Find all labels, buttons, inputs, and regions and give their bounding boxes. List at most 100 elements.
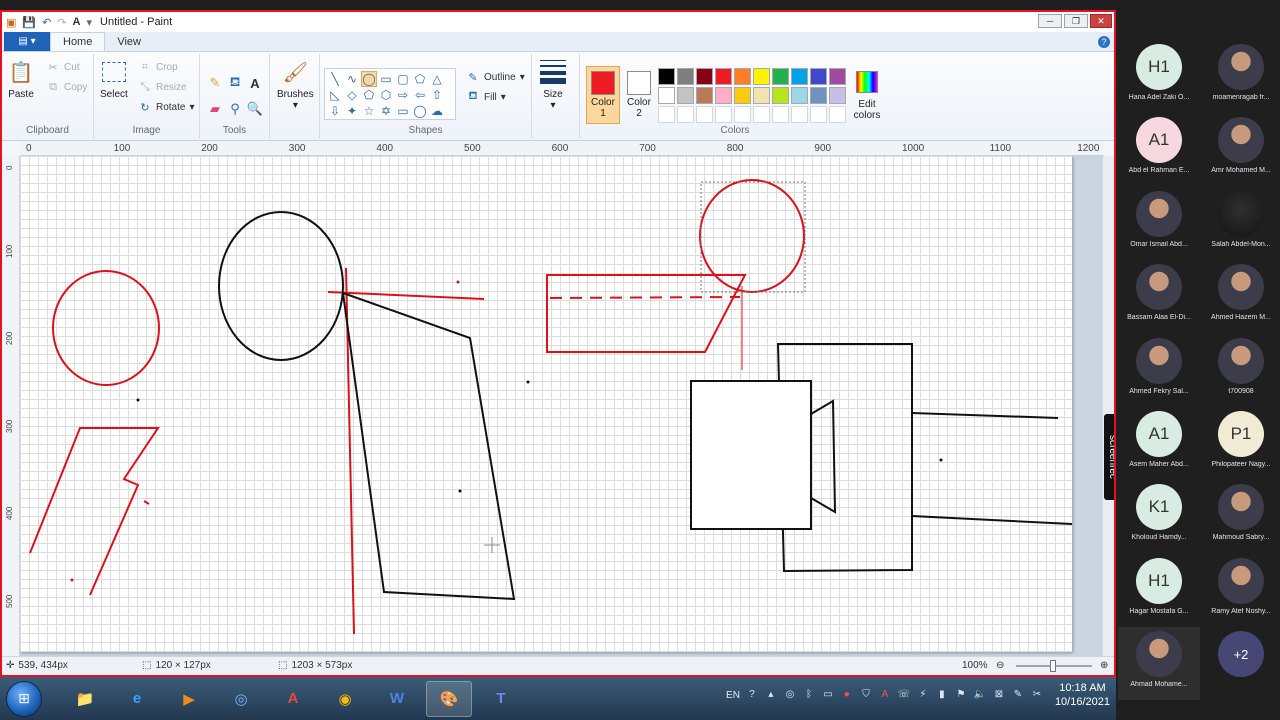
palette-swatch[interactable]	[715, 106, 732, 123]
maximize-button[interactable]: ❐	[1064, 14, 1088, 28]
edit-colors-button[interactable]: Edit colors	[850, 68, 884, 121]
palette-swatch[interactable]	[677, 87, 694, 104]
participant-tile[interactable]: P1 Philopateer Nagy...	[1200, 407, 1280, 480]
color-picker-icon[interactable]: ⚲	[226, 100, 244, 118]
volume-icon[interactable]: 🔈	[973, 688, 987, 702]
palette-swatch[interactable]	[658, 87, 675, 104]
palette-swatch[interactable]	[791, 106, 808, 123]
six-point-star-shape-icon[interactable]: ✡	[378, 103, 394, 119]
palette-swatch[interactable]	[696, 87, 713, 104]
palette-swatch[interactable]	[810, 68, 827, 85]
participant-tile[interactable]: Mahmoud Sabry...	[1200, 480, 1280, 553]
screenshot-icon[interactable]: ✂	[1030, 688, 1044, 702]
palette-swatch[interactable]	[791, 87, 808, 104]
palette-swatch[interactable]	[658, 106, 675, 123]
redo-icon[interactable]: ↷	[57, 16, 66, 29]
palette-swatch[interactable]	[677, 106, 694, 123]
bluetooth-icon[interactable]: ᛒ	[802, 688, 816, 702]
rotate-button[interactable]: ↻ Rotate ▾	[138, 100, 194, 114]
participant-tile[interactable]: H1 Hagar Mostafa G...	[1118, 554, 1200, 627]
up-arrow-shape-icon[interactable]: ⇧	[429, 87, 445, 103]
resize-button[interactable]: ⤡ Resize	[138, 80, 187, 94]
flag-icon[interactable]: ⚑	[954, 688, 968, 702]
right-arrow-shape-icon[interactable]: ⇨	[395, 87, 411, 103]
eraser-icon[interactable]: ▰	[206, 100, 224, 118]
palette-swatch[interactable]	[829, 106, 846, 123]
close-button[interactable]: ✕	[1090, 14, 1112, 28]
acrobat-tray-icon[interactable]: A	[878, 688, 892, 702]
signal-icon[interactable]: ▮	[935, 688, 949, 702]
taskbar-file-explorer[interactable]: 📁	[62, 681, 108, 717]
palette-swatch[interactable]	[829, 68, 846, 85]
zoom-out-button[interactable]: ⊖	[996, 660, 1004, 671]
rectangle-shape-icon[interactable]: ▭	[378, 71, 394, 87]
tab-home[interactable]: Home	[50, 32, 106, 51]
four-point-star-shape-icon[interactable]: ✦	[344, 103, 360, 119]
down-arrow-shape-icon[interactable]: ⇩	[327, 103, 343, 119]
participant-tile[interactable]: Ramy Atef Noshy...	[1200, 554, 1280, 627]
color1-button[interactable]: Color 1	[586, 66, 620, 124]
hexagon-shape-icon[interactable]: ⬡	[378, 87, 394, 103]
outline-button[interactable]: ✎ Outline ▾	[466, 70, 524, 84]
taskbar-acrobat[interactable]: A	[270, 681, 316, 717]
taskbar-paint[interactable]: 🎨	[426, 680, 472, 717]
taskbar-word[interactable]: W	[374, 681, 420, 717]
tray-expand-icon[interactable]: ▴	[764, 688, 778, 702]
screenrec-tab[interactable]: screenrec	[1104, 414, 1114, 500]
select-button[interactable]: Select	[100, 58, 128, 100]
more-participants-tile[interactable]: +2	[1200, 627, 1280, 700]
palette-swatch[interactable]	[753, 87, 770, 104]
file-menu-button[interactable]: ▤ ▾	[4, 32, 50, 51]
cut-button[interactable]: ✂ Cut	[46, 60, 79, 74]
diamond-shape-icon[interactable]: ◇	[344, 87, 360, 103]
left-arrow-shape-icon[interactable]: ⇦	[412, 87, 428, 103]
taskbar-internet-explorer[interactable]: e	[114, 681, 160, 717]
callout-oval-shape-icon[interactable]: ◯	[412, 103, 428, 119]
language-indicator[interactable]: EN	[726, 690, 740, 701]
participant-tile[interactable]: H1 Hana Adel Zaki O...	[1118, 40, 1200, 113]
fill-button[interactable]: ⛾ Fill ▾	[466, 90, 506, 104]
zoom-slider-thumb[interactable]	[1050, 660, 1056, 672]
paste-button[interactable]: 📋 Paste	[8, 58, 34, 101]
start-button[interactable]: ⊞	[6, 680, 42, 717]
undo-icon[interactable]: ↶	[42, 16, 51, 29]
drawing-canvas[interactable]	[20, 156, 1072, 652]
zoom-in-button[interactable]: ⊕	[1100, 660, 1108, 671]
clock[interactable]: 10:18 AM 10/16/2021	[1055, 681, 1110, 709]
palette-swatch[interactable]	[715, 68, 732, 85]
participant-tile[interactable]: A1 Abd el Rahman E...	[1118, 113, 1200, 186]
palette-swatch[interactable]	[829, 87, 846, 104]
participant-tile[interactable]: Ahmed Hazem M...	[1200, 260, 1280, 333]
cloud-shape-icon[interactable]: ☁	[429, 103, 445, 119]
power-icon[interactable]: ⚡	[916, 688, 930, 702]
palette-swatch[interactable]	[810, 106, 827, 123]
record-icon[interactable]: ●	[840, 688, 854, 702]
color2-button[interactable]: Color 2	[622, 66, 656, 124]
palette-swatch[interactable]	[715, 87, 732, 104]
pen-icon[interactable]: ✎	[1011, 688, 1025, 702]
participant-tile[interactable]: Salah Abdel-Mon...	[1200, 187, 1280, 260]
palette-swatch[interactable]	[753, 68, 770, 85]
palette-swatch[interactable]	[753, 106, 770, 123]
taskbar-teams[interactable]: T	[478, 681, 524, 717]
pencil-icon[interactable]: ✎	[206, 74, 224, 92]
participant-tile[interactable]: A1 Asem Maher Abd...	[1118, 407, 1200, 480]
palette-swatch[interactable]	[772, 87, 789, 104]
palette-swatch[interactable]	[658, 68, 675, 85]
curve-shape-icon[interactable]: ∿	[344, 71, 360, 87]
polygon-shape-icon[interactable]: ⬠	[412, 71, 428, 87]
participant-tile[interactable]: Omar Ismail Abd...	[1118, 187, 1200, 260]
participant-tile[interactable]: K1 Kholoud Hamdy...	[1118, 480, 1200, 553]
display-icon[interactable]: ▭	[821, 688, 835, 702]
participant-tile[interactable]: Bassam Alaa El-Di...	[1118, 260, 1200, 333]
right-triangle-shape-icon[interactable]: ◺	[327, 87, 343, 103]
taskbar-media-player[interactable]: ▶	[166, 681, 212, 717]
participant-tile[interactable]: t700908	[1200, 334, 1280, 407]
five-point-star-shape-icon[interactable]: ☆	[361, 103, 377, 119]
rounded-rectangle-shape-icon[interactable]: ▢	[395, 71, 411, 87]
crop-button[interactable]: ⌗ Crop	[138, 60, 178, 74]
palette-swatch[interactable]	[696, 68, 713, 85]
palette-swatch[interactable]	[772, 68, 789, 85]
oval-shape-icon[interactable]: ◯	[361, 71, 377, 87]
vertical-scrollbar[interactable]	[1102, 156, 1114, 660]
